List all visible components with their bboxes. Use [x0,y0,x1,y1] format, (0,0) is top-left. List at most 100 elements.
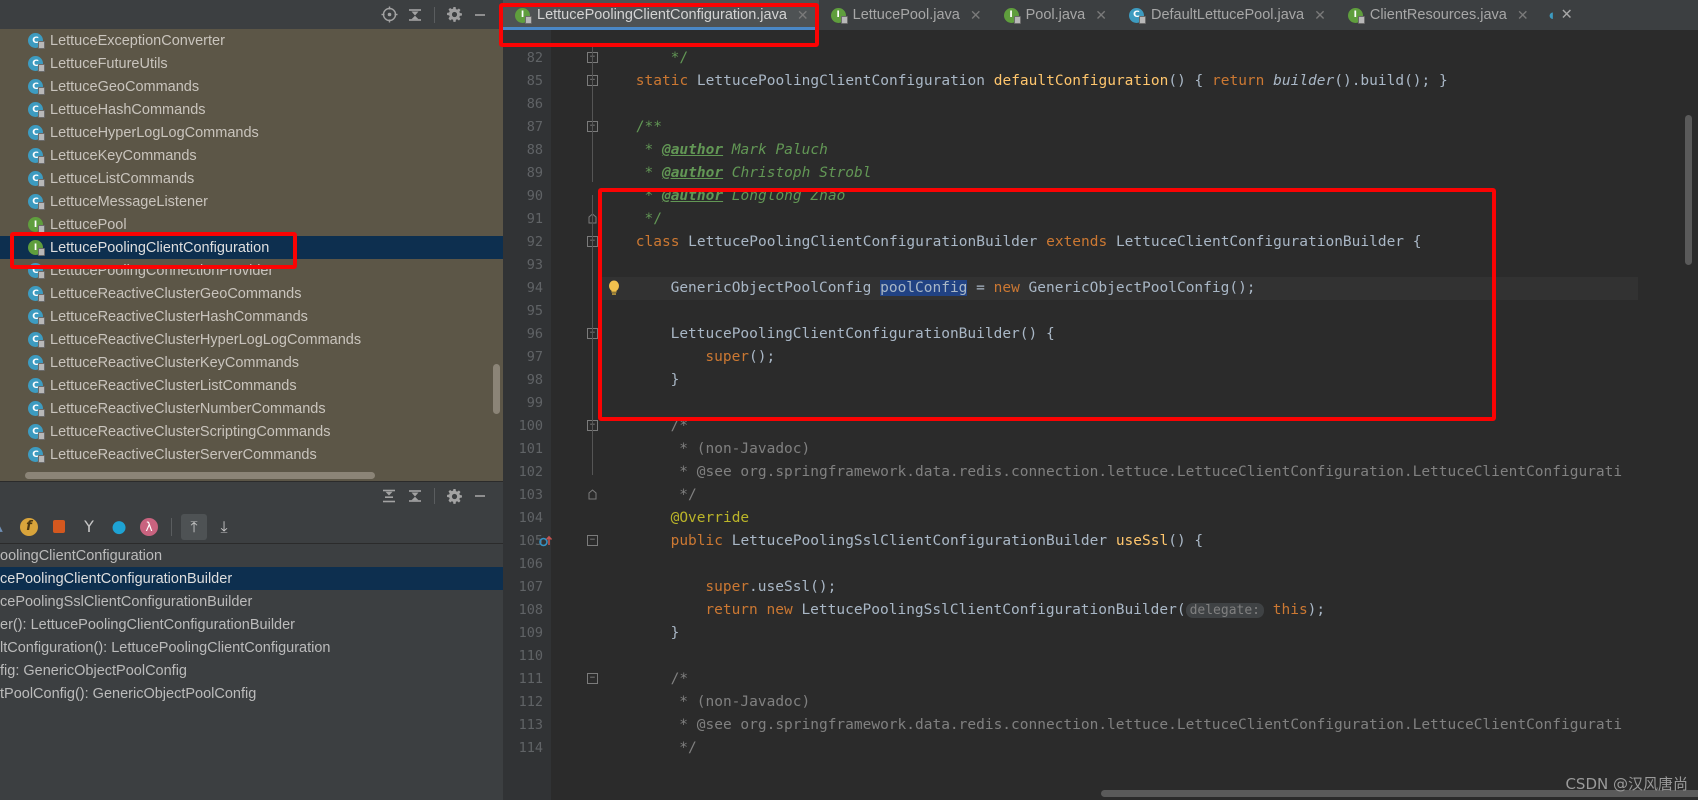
project-tree-item[interactable]: C LettuceReactiveClusterKeyCommands [0,351,503,374]
target-icon[interactable] [376,3,402,27]
collapse-all-icon[interactable] [402,3,428,27]
code-line-text: * @author Christoph Strobl [644,165,872,181]
structure-tree-item[interactable]: cePoolingSslClientConfigurationBuilder [0,590,503,613]
editor-tab[interactable]: I LettucePool.java ✕ [819,0,992,30]
editor-tab-label: DefaultLettucePool.java [1150,7,1305,23]
editor-tab-overflow[interactable]: ◖ ✕ [1539,0,1581,30]
structure-filter-toolbar: ▴ f ■ Y ● λ ⤒ ⤓ [0,510,503,544]
close-icon[interactable]: ✕ [1561,7,1573,23]
project-tree-item[interactable]: C LettuceReactiveClusterHyperLogLogComman… [0,328,503,351]
project-tree-item-label: LettuceReactiveClusterHashCommands [50,308,308,325]
structure-tree-item[interactable]: oolingClientConfiguration [0,544,503,567]
editor-tab[interactable]: I LettucePoolingClientConfiguration.java ✕ [503,0,819,30]
hide-panel-icon[interactable] [467,484,493,508]
close-icon[interactable]: ✕ [1095,7,1107,24]
code-line-text: * @see org.springframework.data.redis.co… [679,464,1623,480]
project-tree-vertical-scrollbar[interactable] [493,364,500,414]
editor-area: I LettucePoolingClientConfiguration.java ✕… [503,0,1698,800]
project-tree-item[interactable]: C LettuceReactiveClusterListCommands [0,374,503,397]
project-tree-item[interactable]: C LettuceReactiveClusterHashCommands [0,305,503,328]
code-line: 90 * @author Longlong Zhao [503,185,1698,208]
structure-tree-item-label: oolingClientConfiguration [0,547,163,564]
project-tree-item-label: LettucePoolingClientConfiguration [50,239,270,256]
line-number: 112 [518,694,543,710]
project-tree-item[interactable]: C LettuceHashCommands [0,98,503,121]
line-number: 97 [526,349,543,365]
sort-by-visibility-icon[interactable]: Y [76,514,102,540]
close-icon[interactable]: ✕ [1517,7,1529,24]
line-number: 95 [526,303,543,319]
show-properties-icon[interactable]: ● [106,514,132,540]
editor-tab[interactable]: I ClientResources.java ✕ [1336,0,1539,30]
gear-icon[interactable] [441,484,467,508]
collapse-all-icon[interactable] [402,484,428,508]
structure-tree-item[interactable]: fig: GenericObjectPoolConfig [0,659,503,682]
close-icon[interactable]: ✕ [970,7,982,24]
hide-panel-icon[interactable] [467,3,493,27]
class-icon: C [28,148,45,164]
editor-vertical-scrollbar[interactable] [1685,115,1692,265]
editor-tab[interactable]: I Pool.java ✕ [992,0,1117,30]
code-line-text: super.useSsl(); [705,579,837,595]
show-fields-icon[interactable]: f [16,514,42,540]
interface-icon: I [1347,7,1365,24]
structure-tree[interactable]: oolingClientConfiguration cePoolingClient… [0,544,503,800]
code-line: 91 */ [503,208,1698,231]
intention-bulb-icon[interactable] [607,280,621,302]
expand-all-icon[interactable]: ⤒ [181,513,207,540]
code-line-text: * @see org.springframework.data.redis.co… [679,717,1623,733]
class-icon: C [28,309,45,325]
show-non-public-icon[interactable]: ■ [46,514,72,540]
overriding-method-icon[interactable] [539,534,553,553]
expand-all-icon[interactable] [376,484,402,508]
project-tree-item[interactable]: C LettuceMessageListener [0,190,503,213]
project-tree[interactable]: C LettuceExceptionConverter C LettuceFuture… [0,29,503,481]
project-tree-item[interactable]: C LettuceFutureUtils [0,52,503,75]
line-number: 86 [526,96,543,112]
show-lambdas-icon[interactable]: λ [136,514,162,540]
line-number: 100 [518,418,543,434]
project-tree-item-label: LettuceMessageListener [50,193,208,210]
line-number: 114 [518,740,543,756]
close-icon[interactable]: ✕ [1314,7,1326,24]
close-icon[interactable]: ✕ [797,7,809,24]
project-tree-item[interactable]: C LettuceGeoCommands [0,75,503,98]
project-tree-item[interactable]: C LettuceListCommands [0,167,503,190]
sort-alphabetically-icon[interactable]: ▴ [0,514,12,540]
project-tree-item[interactable]: C LettuceReactiveClusterServerCommands [0,443,503,466]
project-tree-item[interactable]: C LettuceReactiveClusterScriptingCommands [0,420,503,443]
project-tree-item[interactable]: C LettuceExceptionConverter [0,29,503,52]
partial-tab-icon: ◖ [1546,6,1556,24]
code-editor[interactable]: 82−*/85+static LettucePoolingClientConfi… [503,30,1698,800]
line-number: 103 [518,487,543,503]
structure-tree-item[interactable]: er(): LettucePoolingClientConfigurationB… [0,613,503,636]
editor-tab[interactable]: C DefaultLettucePool.java ✕ [1117,0,1336,30]
project-tree-item[interactable]: C LettuceReactiveClusterGeoCommands [0,282,503,305]
project-tree-item[interactable]: I LettucePool [0,213,503,236]
collapse-all-icon[interactable]: ⤓ [211,514,237,540]
project-tree-item[interactable]: C LettucePoolingConnectionProvider [0,259,503,282]
project-tree-item[interactable]: C LettuceKeyCommands [0,144,503,167]
fold-collapse-icon[interactable] [587,489,598,500]
line-number: 87 [526,119,543,135]
line-number: 107 [518,579,543,595]
code-line-text: static LettucePoolingClientConfiguration… [635,73,1448,89]
project-tree-horizontal-scrollbar[interactable] [25,472,375,479]
fold-collapse-icon[interactable]: − [587,535,598,546]
structure-tree-item[interactable]: ltConfiguration(): LettucePoolingClientC… [0,636,503,659]
code-line: 107 super.useSsl(); [503,576,1698,599]
structure-tree-item[interactable]: tPoolConfig(): GenericObjectPoolConfig [0,682,503,705]
fold-collapse-icon[interactable]: − [587,673,598,684]
line-number: 98 [526,372,543,388]
show-lambdas-icon-glyph: λ [140,517,158,536]
project-tree-item[interactable]: I LettucePoolingClientConfiguration [0,236,503,259]
project-tree-item[interactable]: C LettuceReactiveClusterNumberCommands [0,397,503,420]
structure-tree-item-label: cePoolingSslClientConfigurationBuilder [0,593,253,610]
show-non-public-icon-glyph: ■ [52,519,66,534]
gear-icon[interactable] [441,3,467,27]
structure-tree-item[interactable]: cePoolingClientConfigurationBuilder [0,567,503,590]
project-tree-item[interactable]: C LettuceHyperLogLogCommands [0,121,503,144]
code-line: 82−*/ [503,47,1698,70]
class-icon: C [28,332,45,348]
line-number: 104 [518,510,543,526]
